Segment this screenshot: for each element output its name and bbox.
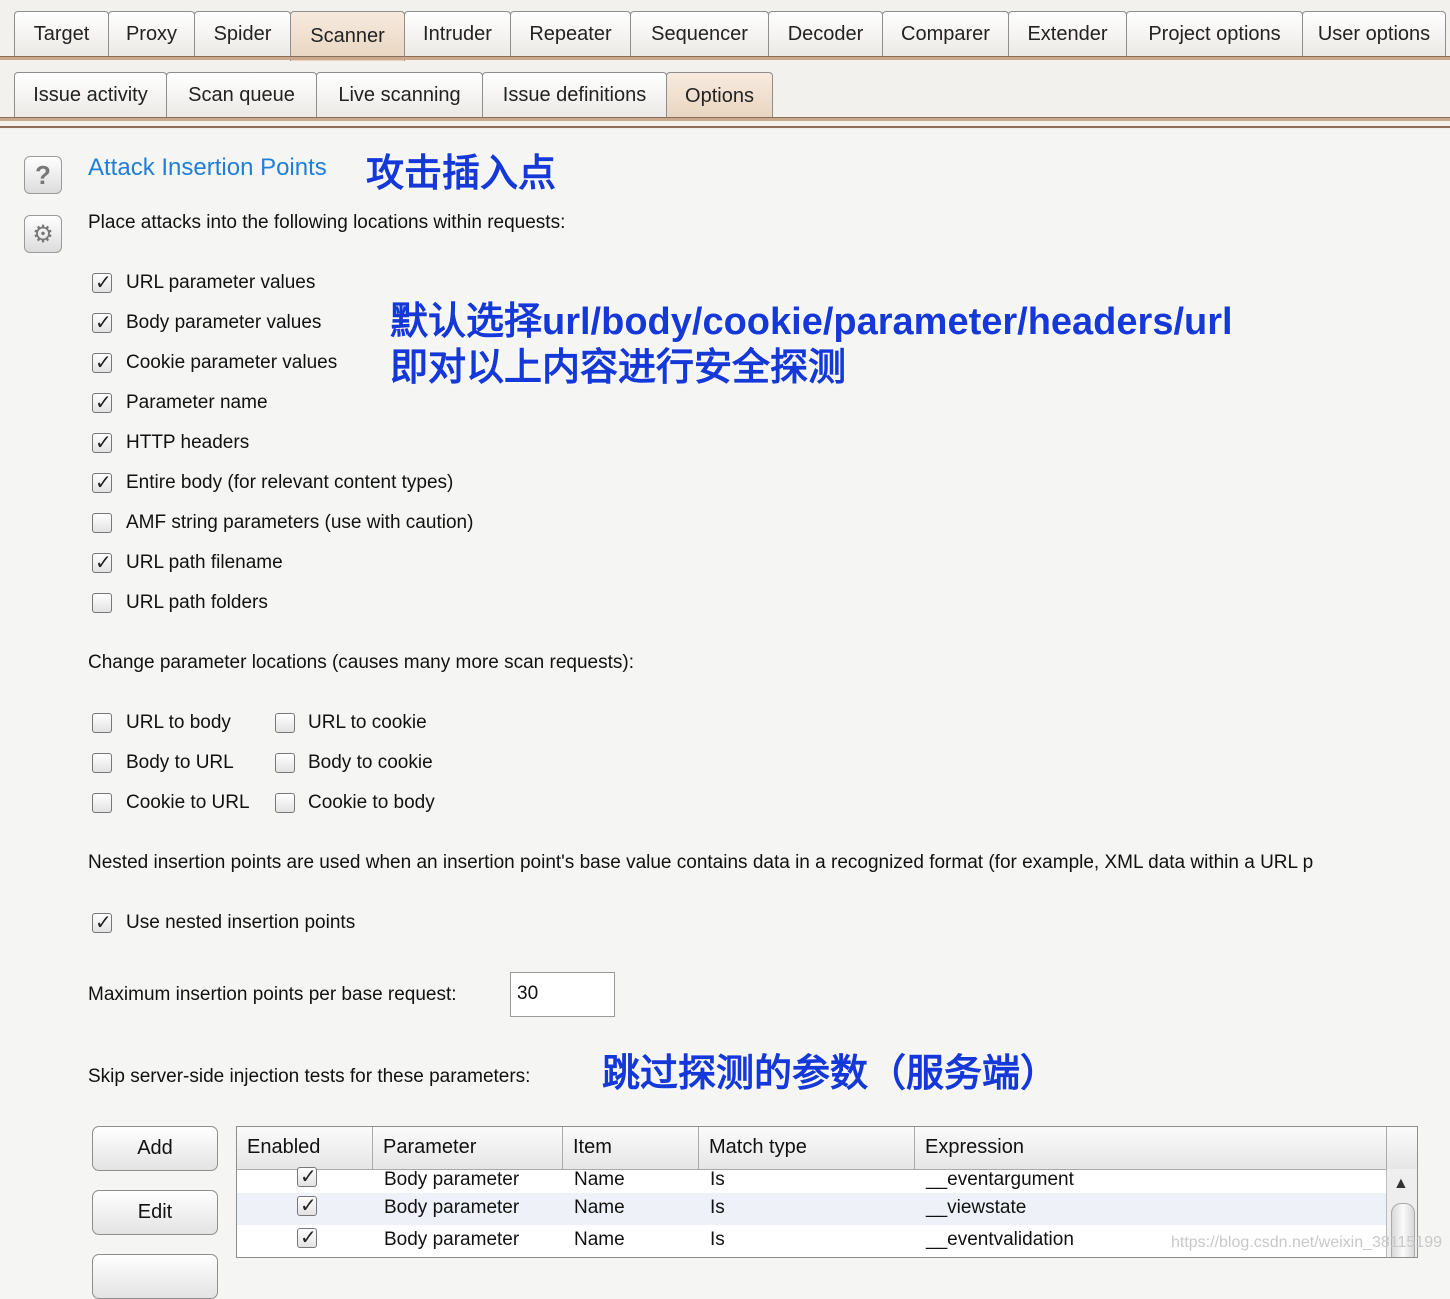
remove-button[interactable] <box>92 1254 218 1299</box>
row-expression: __eventvalidation <box>926 1229 1074 1250</box>
tab-live-scanning[interactable]: Live scanning <box>316 72 483 118</box>
checkbox-url-path-filename[interactable] <box>92 550 112 575</box>
column-enabled[interactable]: Enabled <box>237 1127 373 1169</box>
gear-icon[interactable]: ⚙ <box>24 215 62 253</box>
annotation-skip: 跳过探测的参数（服务端） <box>602 1053 1059 1095</box>
label-url-path-folders: URL path folders <box>126 592 268 613</box>
tab-issue-activity[interactable]: Issue activity <box>14 72 167 118</box>
tab-target[interactable]: Target <box>14 11 109 57</box>
table-header: Enabled Parameter Item Match type Expres… <box>237 1127 1417 1170</box>
label-cookie-to-body: Cookie to body <box>308 792 435 813</box>
label-cookie-parameter-values: Cookie parameter values <box>126 352 338 373</box>
tab-comparer[interactable]: Comparer <box>882 11 1009 57</box>
checkbox-amf-string-parameters[interactable] <box>92 513 112 533</box>
tab-sequencer[interactable]: Sequencer <box>630 11 769 57</box>
tab-user-options[interactable]: User options <box>1302 11 1446 57</box>
tab-bar-baseline <box>0 56 1450 60</box>
section-intro: Place attacks into the following locatio… <box>88 212 566 233</box>
checkbox-cookie-parameter-values[interactable] <box>92 350 112 375</box>
skip-label: Skip server-side injection tests for the… <box>88 1066 531 1087</box>
max-points-input[interactable]: 30 <box>510 972 615 1017</box>
row-parameter: Body parameter <box>384 1229 520 1250</box>
tab-repeater[interactable]: Repeater <box>510 11 631 57</box>
column-parameter[interactable]: Parameter <box>373 1127 563 1169</box>
sub-tab-baseline <box>0 117 1450 121</box>
row-match-type: Is <box>710 1229 725 1250</box>
checkbox-use-nested-insertion-points[interactable] <box>92 910 112 935</box>
checkbox-body-parameter-values[interactable] <box>92 310 112 335</box>
top-tab-bar: Target Proxy Spider Scanner Intruder Rep… <box>0 0 1450 64</box>
column-item[interactable]: Item <box>563 1127 699 1169</box>
section-title: Attack Insertion Points <box>88 154 327 181</box>
tab-options[interactable]: Options <box>666 72 773 120</box>
tab-extender[interactable]: Extender <box>1008 11 1127 57</box>
row-item: Name <box>574 1197 625 1218</box>
row-parameter: Body parameter <box>384 1197 520 1218</box>
checkbox-url-to-body[interactable] <box>92 713 112 733</box>
edit-button[interactable]: Edit <box>92 1190 218 1235</box>
tab-spider[interactable]: Spider <box>194 11 291 57</box>
label-body-to-cookie: Body to cookie <box>308 752 433 773</box>
label-http-headers: HTTP headers <box>126 432 250 453</box>
label-cookie-to-url: Cookie to URL <box>126 792 250 813</box>
tab-intruder[interactable]: Intruder <box>404 11 511 57</box>
checkbox-http-headers[interactable] <box>92 430 112 455</box>
label-entire-body: Entire body (for relevant content types) <box>126 472 454 493</box>
checkbox-parameter-name[interactable] <box>92 390 112 415</box>
divider <box>0 126 1450 128</box>
watermark: https://blog.csdn.net/weixin_38115199 <box>1170 1234 1442 1251</box>
checkbox-url-to-cookie[interactable] <box>275 713 295 733</box>
row-enabled-checkbox[interactable] <box>297 1225 317 1250</box>
label-url-to-body: URL to body <box>126 712 231 733</box>
max-points-label: Maximum insertion points per base reques… <box>88 984 457 1005</box>
row-expression: __viewstate <box>926 1197 1027 1218</box>
checkbox-url-path-folders[interactable] <box>92 593 112 613</box>
checkbox-cookie-to-url[interactable] <box>92 793 112 813</box>
checkbox-cookie-to-body[interactable] <box>275 793 295 813</box>
nested-description: Nested insertion points are used when an… <box>88 852 1314 873</box>
annotation-title: 攻击插入点 <box>366 153 557 195</box>
row-item: Name <box>574 1229 625 1250</box>
table-row[interactable]: Body parameter Name Is __viewstate <box>237 1193 1387 1225</box>
column-match-type[interactable]: Match type <box>699 1127 915 1169</box>
label-url-parameter-values: URL parameter values <box>126 272 316 293</box>
tab-project-options[interactable]: Project options <box>1126 11 1303 57</box>
checkbox-url-parameter-values[interactable] <box>92 270 112 295</box>
label-url-to-cookie: URL to cookie <box>308 712 427 733</box>
row-enabled-checkbox[interactable] <box>297 1193 317 1218</box>
checkbox-body-to-url[interactable] <box>92 753 112 773</box>
scroll-up-icon[interactable]: ▲ <box>1393 1175 1409 1193</box>
tab-scanner[interactable]: Scanner <box>290 11 405 61</box>
label-parameter-name: Parameter name <box>126 392 268 413</box>
label-amf-string-parameters: AMF string parameters (use with caution) <box>126 512 474 533</box>
label-use-nested-insertion-points: Use nested insertion points <box>126 912 356 933</box>
checkbox-entire-body[interactable] <box>92 470 112 495</box>
checkbox-body-to-cookie[interactable] <box>275 753 295 773</box>
tab-scan-queue[interactable]: Scan queue <box>166 72 317 118</box>
add-button[interactable]: Add <box>92 1126 218 1171</box>
label-body-parameter-values: Body parameter values <box>126 312 322 333</box>
label-body-to-url: Body to URL <box>126 752 234 773</box>
sub-tab-bar: Issue activity Scan queue Live scanning … <box>0 64 1450 130</box>
label-url-path-filename: URL path filename <box>126 552 283 573</box>
tab-decoder[interactable]: Decoder <box>768 11 883 57</box>
row-match-type: Is <box>710 1197 725 1218</box>
tab-issue-definitions[interactable]: Issue definitions <box>482 72 667 118</box>
row-enabled-checkbox[interactable] <box>297 1164 317 1189</box>
tab-proxy[interactable]: Proxy <box>108 11 195 57</box>
annotation-default-line2: 即对以上内容进行安全探测 <box>390 347 847 389</box>
change-locations-heading: Change parameter locations (causes many … <box>88 652 634 673</box>
column-expression[interactable]: Expression <box>915 1127 1387 1169</box>
help-icon[interactable]: ? <box>24 156 62 194</box>
